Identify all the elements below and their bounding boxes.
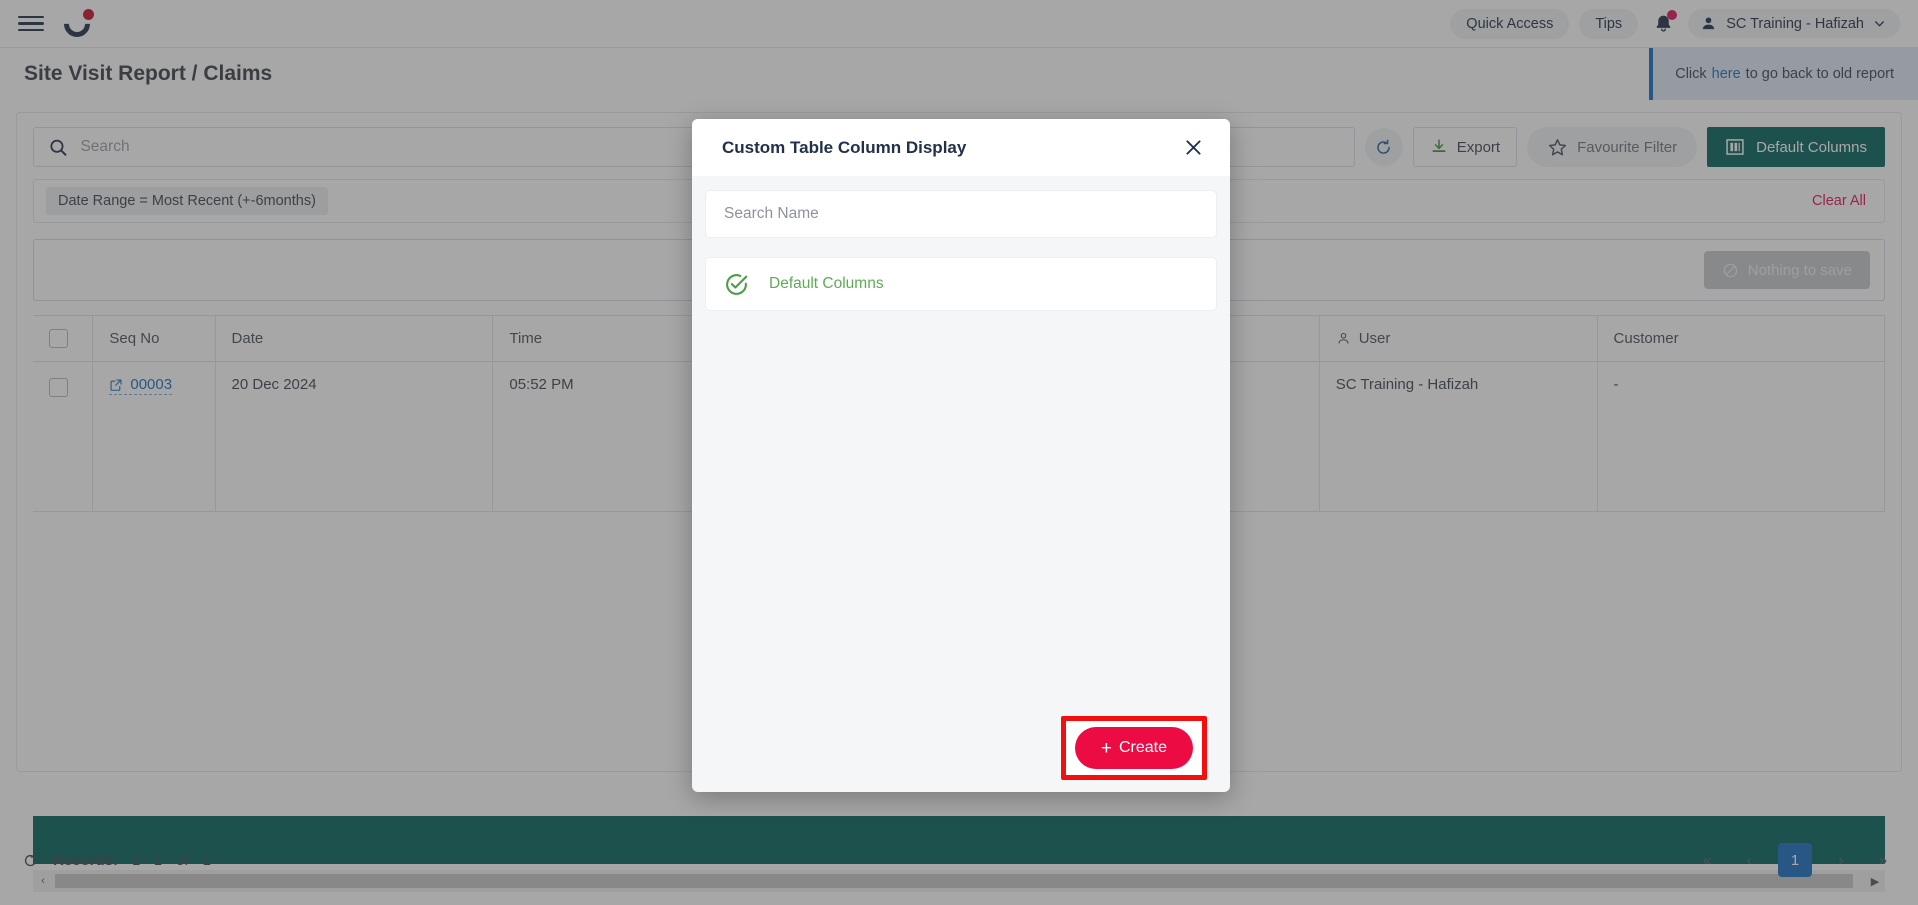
column-preset-label: Default Columns: [769, 275, 884, 292]
dialog-body: Default Columns: [692, 176, 1230, 704]
dialog-header: Custom Table Column Display: [692, 119, 1230, 176]
custom-table-column-display-dialog: Custom Table Column Display Default Colu…: [692, 119, 1230, 792]
check-circle-icon: [726, 273, 748, 295]
dialog-search-input[interactable]: [724, 205, 1198, 223]
dialog-footer: + Create: [692, 704, 1230, 792]
create-button-highlight: + Create: [1060, 716, 1207, 780]
close-button[interactable]: [1183, 137, 1204, 158]
create-label: Create: [1118, 739, 1167, 756]
create-button[interactable]: + Create: [1074, 727, 1193, 769]
dialog-search-field[interactable]: [705, 190, 1217, 238]
close-icon: [1186, 140, 1201, 155]
plus-icon: +: [1100, 737, 1112, 759]
column-preset-item-default-columns[interactable]: Default Columns: [705, 257, 1217, 311]
dialog-title: Custom Table Column Display: [722, 137, 967, 157]
